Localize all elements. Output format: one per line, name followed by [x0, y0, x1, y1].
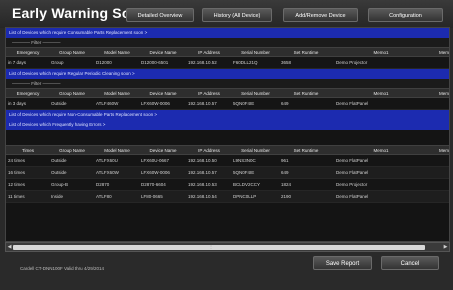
cell-3: LFX60W-0006 [141, 101, 170, 106]
cell-6: 3658 [281, 60, 292, 65]
section-title-bar[interactable]: List of Devices which require Non-Consum… [6, 110, 449, 120]
cell-5: 5QN0F4IE [233, 170, 255, 175]
cell-7: Demo FlatPanel [336, 194, 369, 199]
scroll-thumb[interactable] [13, 245, 425, 250]
cell-7: Demo Projector [336, 182, 368, 187]
header-bar: Early Warning Software Detailed Overview… [0, 0, 453, 28]
table-row[interactable]: 11 times Inside ATLF80 LF80-0665 192.168.10.… [6, 191, 449, 203]
cell-4: 192.168.10.53 [188, 182, 217, 187]
cell-6: 1824 [281, 182, 292, 187]
table-row[interactable]: 24 times Outside ATLFX60U LFX60U-0667 192.16… [6, 155, 449, 167]
cell-1: Outside [51, 101, 67, 106]
cell-4: 192.168.10.57 [188, 170, 217, 175]
configuration-button[interactable]: Configuration [368, 8, 443, 22]
scroll-grip-icon: ⋮ [209, 244, 213, 249]
cell-5: BCLDV2CCY [233, 182, 261, 187]
cell-3: LF80-0665 [141, 194, 163, 199]
cell-0: in 7 days [8, 60, 27, 65]
cell-6: 649 [281, 170, 289, 175]
cell-7: Demo FlatPanel [336, 101, 369, 106]
warning-grid[interactable]: List of Devices which require Consumable… [5, 27, 450, 242]
history-all-device-button[interactable]: History (All Device) [202, 8, 272, 22]
table-row[interactable]: 16 times Outside ATLFX60W LFX60W-0006 192.16… [6, 167, 449, 179]
cell-0: in 3 days [8, 101, 27, 106]
cell-7: Demo FlatPanel [336, 170, 369, 175]
column-header-row: Times Group Name Model Name Device Name IP A… [6, 145, 449, 155]
cell-2: ATLFX60U [96, 158, 118, 163]
cancel-button[interactable]: Cancel [381, 256, 439, 270]
filter-row[interactable]: ———— Filter ———— [6, 79, 449, 88]
section-title-bar[interactable]: List of Devices which require Regular Pe… [6, 69, 449, 79]
table-row[interactable]: in 3 days Outside ATLF460W LFX60W-0006 192.1… [6, 98, 449, 110]
table-row[interactable]: in 7 days Group D12000 D12000-6501 192.168.1… [6, 57, 449, 69]
cell-4: 192.168.10.54 [188, 194, 217, 199]
cell-1: Outside [51, 158, 67, 163]
cell-5: 5QN0F4IE [233, 101, 255, 106]
cell-3: LFX60W-0006 [141, 170, 170, 175]
cell-1: Inside [51, 194, 64, 199]
license-info: Cardell CT-DNN100F Valid thru 4/29/2014 [20, 266, 104, 271]
column-header-row: Emergency Group Name Model Name Device Name… [6, 88, 449, 98]
cell-7: Demo FlatPanel [336, 158, 369, 163]
section-title-bar[interactable]: List of Devices which Frequently having … [6, 120, 449, 130]
cell-3: LFX60U-0667 [141, 158, 170, 163]
table-row[interactable]: 12 times Group-B D2870 D2870-6604 192.168.10… [6, 179, 449, 191]
horizontal-scrollbar[interactable]: ◀ ⋮ ▶ [5, 242, 450, 252]
cell-2: ATLF80 [96, 194, 112, 199]
cell-0: 12 times [8, 182, 26, 187]
cell-2: D12000 [96, 60, 112, 65]
cell-5: L9NS3N0C [233, 158, 256, 163]
scroll-left-icon[interactable]: ◀ [6, 243, 13, 251]
cell-6: 2190 [281, 194, 292, 199]
cell-1: Group-B [51, 182, 69, 187]
cell-6: 649 [281, 101, 289, 106]
app-window: Early Warning Software Detailed Overview… [0, 0, 453, 290]
cell-2: D2870 [96, 182, 110, 187]
add-remove-device-button[interactable]: Add/Remove Device [283, 8, 358, 22]
cell-7: Demo Projector [336, 60, 368, 65]
cell-5: DPNC0LLP [233, 194, 257, 199]
cell-0: 16 times [8, 170, 26, 175]
cell-2: ATLF460W [96, 101, 119, 106]
cell-4: 192.168.10.52 [188, 60, 217, 65]
detailed-overview-button[interactable]: Detailed Overview [126, 8, 194, 22]
save-report-button[interactable]: Save Report [313, 256, 372, 270]
cell-2: ATLFX60W [96, 170, 119, 175]
cell-3: D12000-6501 [141, 60, 169, 65]
cell-5: F60DLL21Q [233, 60, 258, 65]
cell-3: D2870-6604 [141, 182, 166, 187]
section-title-bar[interactable]: List of Devices which require Consumable… [6, 28, 449, 38]
filter-row[interactable]: ———— Filter ———— [6, 38, 449, 47]
cell-0: 11 times [8, 194, 25, 199]
cell-4: 192.168.10.57 [188, 101, 217, 106]
column-header-row: Emergency Group Name Model Name Device Name… [6, 47, 449, 57]
scroll-right-icon[interactable]: ▶ [442, 243, 449, 251]
cell-1: Group [51, 60, 64, 65]
cell-0: 24 times [8, 158, 26, 163]
cell-1: Outside [51, 170, 67, 175]
cell-4: 192.168.10.50 [188, 158, 217, 163]
cell-6: 961 [281, 158, 289, 163]
